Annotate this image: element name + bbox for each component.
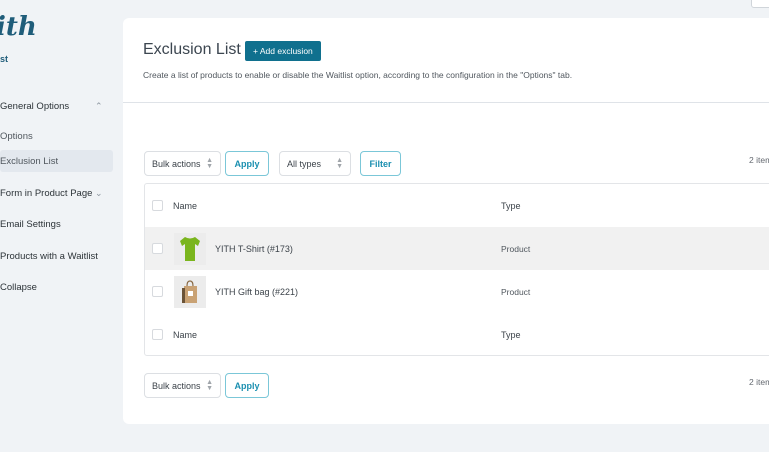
logo: ith (0, 12, 37, 42)
table-header: Name Type (145, 184, 769, 227)
product-type: Product (501, 286, 531, 297)
select-arrows-icon: ▲ ▼ (206, 156, 213, 170)
divider (123, 102, 769, 103)
column-footer-name[interactable]: Name (173, 330, 197, 340)
product-name-link[interactable]: YITH Gift bag (#221) (215, 287, 298, 297)
sidebar-item-products-with-waitlist[interactable]: Products with a Waitlist (0, 245, 113, 267)
sidebar-item-email-settings[interactable]: Email Settings (0, 213, 113, 235)
column-header-type: Type (501, 200, 521, 211)
giftbag-thumbnail (174, 275, 206, 308)
column-footer-type: Type (501, 329, 521, 340)
row-checkbox[interactable] (152, 243, 163, 254)
chevron-up-icon: ⌃ (95, 100, 103, 111)
table-footer: Name Type (145, 313, 769, 356)
plugin-name: st (0, 54, 9, 64)
page-description: Create a list of products to enable or d… (143, 70, 573, 80)
sidebar-item-label: Products with a Waitlist (0, 250, 98, 262)
row-checkbox[interactable] (152, 286, 163, 297)
sidebar-item-general-options[interactable]: General Options ⌃ (0, 95, 113, 117)
tshirt-thumbnail (174, 232, 206, 265)
sidebar-item-form-in-product-page[interactable]: Form in Product Page ⌄ (0, 182, 113, 204)
items-count: 2 items (749, 155, 769, 165)
sidebar-item-label: Collapse (0, 281, 37, 293)
main-panel: Exclusion List + Add exclusion Create a … (123, 18, 769, 424)
bulk-actions-select[interactable]: Bulk actions ▲ ▼ (144, 151, 221, 176)
select-all-checkbox[interactable] (152, 329, 163, 340)
page-title: Exclusion List (143, 41, 241, 58)
select-value: All types (287, 158, 322, 169)
sidebar-item-label: General Options (0, 100, 70, 112)
select-arrows-icon: ▲ ▼ (336, 156, 343, 170)
items-count-bottom: 2 items (749, 377, 769, 387)
top-right-button[interactable] (751, 0, 769, 8)
sidebar-item-collapse[interactable]: Collapse (0, 276, 113, 298)
bulk-actions-select-bottom[interactable]: Bulk actions ▲ ▼ (144, 373, 221, 398)
column-header-name[interactable]: Name (173, 201, 197, 211)
sidebar-item-label: Exclusion List (0, 155, 59, 167)
select-value: Bulk actions (152, 158, 201, 169)
add-exclusion-button[interactable]: + Add exclusion (245, 41, 321, 61)
chevron-down-icon: ⌄ (95, 187, 103, 198)
type-filter-select[interactable]: All types ▲ ▼ (279, 151, 351, 176)
sidebar-item-exclusion-list[interactable]: Exclusion List (0, 150, 113, 172)
product-name-link[interactable]: YITH T-Shirt (#173) (215, 244, 293, 254)
sidebar-item-label: Form in Product Page (0, 187, 93, 199)
exclusion-table: Name Type YITH T-Shirt (#173) Product YI… (144, 183, 769, 356)
sidebar-item-label: Options (0, 130, 33, 142)
filter-button[interactable]: Filter (360, 151, 401, 176)
select-all-checkbox[interactable] (152, 200, 163, 211)
apply-button[interactable]: Apply (225, 151, 269, 176)
sidebar-item-label: Email Settings (0, 218, 61, 230)
sidebar-item-options[interactable]: Options (0, 125, 113, 147)
apply-button-bottom[interactable]: Apply (225, 373, 269, 398)
table-row: YITH Gift bag (#221) Product (145, 270, 769, 313)
product-type: Product (501, 243, 531, 254)
select-arrows-icon: ▲ ▼ (206, 378, 213, 392)
select-value: Bulk actions (152, 380, 201, 391)
table-row: YITH T-Shirt (#173) Product (145, 227, 769, 270)
